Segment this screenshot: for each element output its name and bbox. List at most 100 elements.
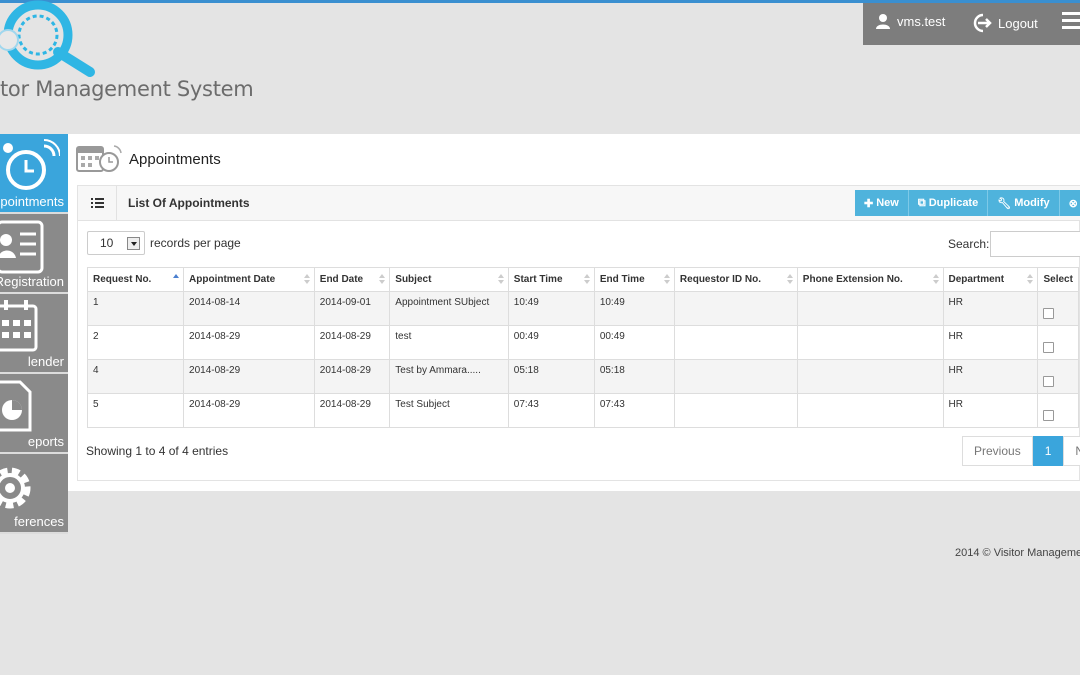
table-header-row: Request No. Appointment Date End Date Su… — [86, 267, 1079, 292]
username: vms.test — [897, 13, 946, 29]
cell-phone-extension — [796, 393, 944, 428]
search-box: Search: — [948, 231, 1080, 257]
toolbar: ✚ New ⧉ Duplicate 🔧︎ Modify ⊗ Ca — [855, 190, 1080, 216]
cell-start-time: 10:49 — [507, 291, 595, 326]
search-input[interactable] — [990, 231, 1080, 257]
modify-button[interactable]: 🔧︎ Modify — [988, 190, 1060, 216]
logout-button[interactable]: Logout — [970, 12, 1038, 34]
id-card-icon — [0, 220, 44, 274]
cell-end-time: 10:49 — [593, 291, 675, 326]
cell-end-date: 2014-08-29 — [313, 359, 391, 394]
cell-request-no: 1 — [86, 291, 185, 326]
sidebar-item-appointments[interactable]: pointments — [0, 134, 68, 214]
user-account[interactable]: vms.test — [875, 13, 945, 29]
sidebar-item-label: pointments — [0, 194, 64, 209]
cell-appointment-date: 2014-08-29 — [183, 325, 315, 360]
cell-requestor-id — [673, 393, 798, 428]
table-row[interactable]: 4 2014-08-29 2014-08-29 Test by Ammara..… — [86, 359, 1079, 394]
cell-phone-extension — [796, 325, 944, 360]
records-per-page-select[interactable]: 10 — [87, 231, 145, 255]
sort-icon — [379, 274, 386, 286]
sort-icon — [497, 274, 504, 286]
cell-subject: Appointment SUbject — [389, 291, 509, 326]
sidebar: pointments Registration lender eports fe… — [0, 134, 68, 534]
list-header: List Of Appointments ✚ New ⧉ Duplicate 🔧… — [78, 186, 1080, 221]
cell-end-date: 2014-08-29 — [313, 393, 391, 428]
column-header-department[interactable]: Department — [942, 267, 1039, 292]
cell-subject: test — [389, 325, 509, 360]
cell-select — [1037, 291, 1079, 326]
magnifier-logo-icon — [0, 0, 95, 77]
copy-icon: ⧉ — [917, 196, 926, 209]
column-header-end-date[interactable]: End Date — [313, 267, 391, 292]
cell-end-date: 2014-08-29 — [313, 325, 391, 360]
table-row[interactable]: 5 2014-08-29 2014-08-29 Test Subject 07:… — [86, 393, 1079, 428]
row-select-checkbox[interactable] — [1043, 342, 1055, 353]
cell-end-time: 07:43 — [593, 393, 675, 428]
cell-appointment-date: 2014-08-14 — [183, 291, 315, 326]
sort-icon — [583, 274, 590, 286]
duplicate-button[interactable]: ⧉ Duplicate — [908, 190, 989, 216]
gear-icon — [0, 467, 31, 509]
cell-select — [1037, 325, 1079, 360]
table-info: Showing 1 to 4 of 4 entries — [86, 444, 229, 458]
cell-subject: Test Subject — [389, 393, 509, 428]
page-title: Appointments — [129, 151, 221, 168]
cell-end-time: 05:18 — [593, 359, 675, 394]
cell-appointment-date: 2014-08-29 — [183, 359, 315, 394]
logout-label: Logout — [998, 15, 1038, 31]
cell-select — [1037, 359, 1079, 394]
next-page-button[interactable]: N — [1063, 436, 1080, 466]
row-select-checkbox[interactable] — [1043, 308, 1055, 319]
appointments-list-box: List Of Appointments ✚ New ⧉ Duplicate 🔧… — [77, 185, 1080, 481]
sort-icon — [663, 274, 670, 286]
cell-end-date: 2014-09-01 — [313, 291, 391, 326]
pagination: Previous 1 N — [962, 436, 1080, 466]
column-header-appointment-date[interactable]: Appointment Date — [183, 267, 315, 292]
wrench-icon: 🔧︎ — [997, 197, 1012, 210]
search-label: Search: — [948, 237, 990, 251]
cell-department: HR — [942, 359, 1039, 394]
cell-subject: Test by Ammara..... — [389, 359, 509, 394]
sidebar-item-reports[interactable]: eports — [0, 374, 68, 454]
sidebar-item-label: ferences — [14, 514, 64, 529]
cell-start-time: 05:18 — [507, 359, 595, 394]
sidebar-item-registration[interactable]: Registration — [0, 214, 68, 294]
app-title: tor Management System — [0, 77, 254, 101]
cell-requestor-id — [673, 359, 798, 394]
cell-request-no: 2 — [86, 325, 185, 360]
sidebar-item-preferences[interactable]: ferences — [0, 454, 68, 534]
sidebar-item-calendar[interactable]: lender — [0, 294, 68, 374]
cell-request-no: 5 — [86, 393, 185, 428]
row-select-checkbox[interactable] — [1043, 376, 1055, 387]
cell-start-time: 07:43 — [507, 393, 595, 428]
list-icon — [78, 186, 117, 221]
column-header-start-time[interactable]: Start Time — [507, 267, 595, 292]
appointments-table: Request No. Appointment Date End Date Su… — [86, 267, 1079, 428]
app-logo: tor Management System — [0, 0, 254, 110]
sort-icon — [303, 274, 310, 286]
column-header-phone-extension[interactable]: Phone Extension No. — [796, 267, 944, 292]
column-header-requestor-id[interactable]: Requestor ID No. — [673, 267, 798, 292]
page-1-button[interactable]: 1 — [1032, 436, 1064, 466]
cell-phone-extension — [796, 291, 944, 326]
row-select-checkbox[interactable] — [1043, 410, 1055, 421]
sort-asc-icon — [173, 274, 180, 286]
column-header-request-no[interactable]: Request No. — [86, 267, 185, 292]
cell-request-no: 4 — [86, 359, 185, 394]
plus-icon: ✚ — [864, 197, 874, 210]
column-header-subject[interactable]: Subject — [389, 267, 509, 292]
cell-department: HR — [942, 393, 1039, 428]
cancel-button[interactable]: ⊗ Ca — [1059, 190, 1080, 216]
previous-page-button[interactable]: Previous — [962, 436, 1033, 466]
cell-end-time: 00:49 — [593, 325, 675, 360]
column-header-end-time[interactable]: End Time — [593, 267, 675, 292]
hamburger-menu-icon[interactable] — [1062, 12, 1080, 33]
logout-icon — [973, 13, 992, 33]
table-row[interactable]: 1 2014-08-14 2014-09-01 Appointment SUbj… — [86, 291, 1079, 326]
column-header-select[interactable]: Select — [1037, 267, 1079, 292]
new-button[interactable]: ✚ New — [855, 190, 909, 216]
report-chart-icon — [0, 380, 32, 432]
table-row[interactable]: 2 2014-08-29 2014-08-29 test 00:49 00:49… — [86, 325, 1079, 360]
calendar-clock-icon — [76, 145, 122, 172]
